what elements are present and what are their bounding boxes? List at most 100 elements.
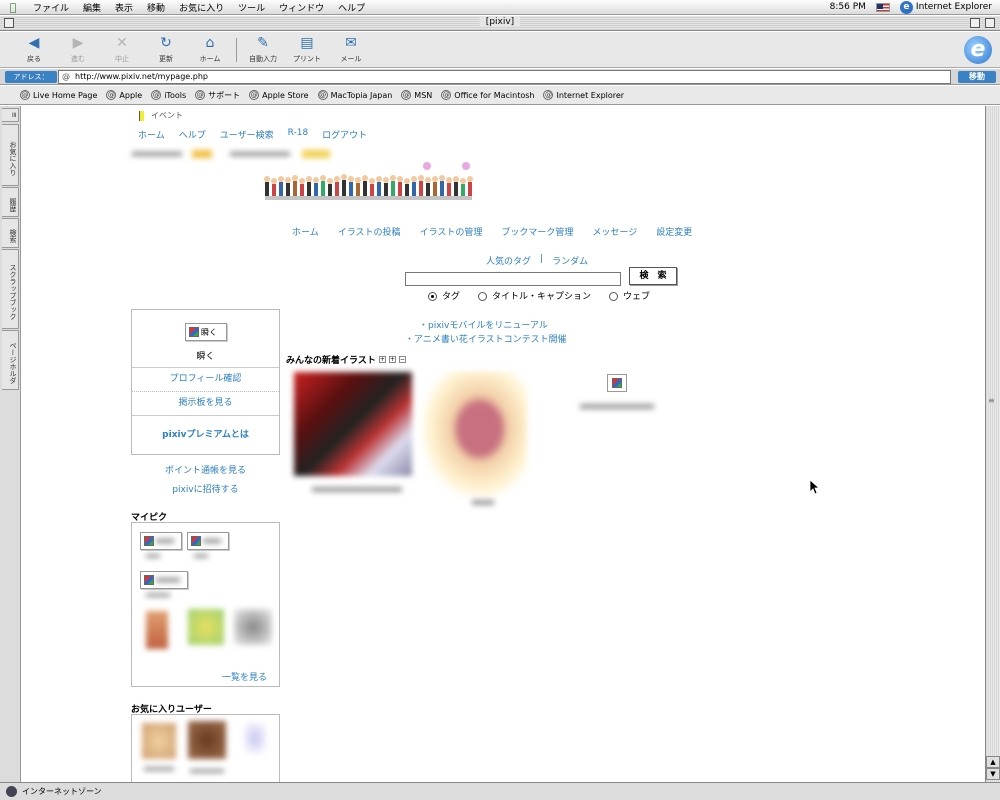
favorite-link[interactable]: @ Live Home Page [20, 90, 97, 100]
autofill-button[interactable]: ✎ 自動入力 [241, 34, 285, 64]
forward-button[interactable]: ▶ 進む [56, 34, 100, 64]
print-button[interactable]: ▤ プリント [285, 34, 329, 64]
nav-manage-illust[interactable]: イラストの管理 [420, 225, 483, 238]
illust-thumbnail[interactable] [294, 372, 412, 476]
favorite-user-avatar[interactable] [188, 721, 226, 759]
sidebar-toggle-icon[interactable]: ≡ [2, 108, 19, 122]
address-input[interactable]: http://www.pixiv.net/mypage.php [58, 70, 951, 84]
tab-history[interactable]: 履歴 [2, 187, 19, 217]
link-at-icon: @ [106, 90, 117, 100]
illust-thumbnail[interactable] [422, 372, 527, 498]
tab-scrapbook[interactable]: スクラップブック [2, 249, 19, 329]
favorite-link[interactable]: @ Office for Macintosh [441, 90, 534, 100]
radio-title-caption[interactable]: タイトル・キャプション [478, 289, 591, 302]
refresh-button[interactable]: ↻ 更新 [144, 34, 188, 64]
pixiv-logo-banner[interactable] [262, 160, 482, 208]
invite-link[interactable]: pixivに招待する [131, 482, 280, 495]
mypic-thumbnail[interactable] [234, 609, 272, 645]
minus-icon[interactable]: − [398, 356, 406, 363]
us-flag-icon[interactable] [875, 2, 890, 12]
tab-page-holder[interactable]: ページホルダ [2, 330, 19, 390]
menu-tools[interactable]: ツール [231, 1, 272, 14]
close-box-icon[interactable] [4, 18, 14, 28]
nav-home[interactable]: ホーム [292, 225, 319, 238]
menu-edit[interactable]: 編集 [76, 1, 108, 14]
scroll-up-arrow-icon[interactable]: ▲ [986, 756, 1000, 768]
printer-icon: ▤ [300, 35, 314, 51]
favorite-link[interactable]: @ MSN [401, 90, 432, 100]
radio-web[interactable]: ウェブ [609, 289, 650, 302]
stop-button[interactable]: ✕ 中止 [100, 34, 144, 64]
plus-icon[interactable]: + [388, 356, 396, 363]
mypic-more-link[interactable]: 一覧を見る [222, 670, 267, 683]
favorite-link[interactable]: @ Internet Explorer [543, 90, 624, 100]
app-switcher[interactable]: e Internet Explorer [899, 0, 992, 14]
favorite-link[interactable]: @ Apple Store [249, 90, 309, 100]
profile-avatar[interactable]: 瞬く [185, 323, 227, 341]
news-item[interactable]: ・アニメ書い花イラストコンテスト開催 [405, 332, 567, 345]
nav-message[interactable]: メッセージ [592, 225, 637, 238]
menu-favorites[interactable]: お気に入り [172, 1, 231, 14]
tab-search[interactable]: 検索 [2, 218, 19, 248]
plus-icon[interactable]: + [378, 356, 386, 363]
illust-broken-thumbnail[interactable] [607, 374, 627, 392]
favorite-link[interactable]: @ サポート [195, 90, 240, 101]
mail-button[interactable]: ✉ メール [329, 34, 373, 64]
search-input[interactable] [405, 272, 621, 286]
topnav-home[interactable]: ホーム [138, 128, 165, 141]
mypic-thumbnail[interactable] [146, 611, 168, 649]
bbs-view-link[interactable]: 掲示板を見る [132, 391, 279, 415]
favorite-link[interactable]: @ iTools [151, 90, 186, 100]
favorite-user-avatar[interactable] [142, 723, 176, 759]
menu-file[interactable]: ファイル [26, 1, 76, 14]
broken-image-icon [144, 575, 154, 585]
window-titlebar[interactable]: [pixiv] [0, 16, 1000, 31]
vertical-scrollbar[interactable]: ≡ ▲ ▼ [985, 106, 1000, 782]
go-button[interactable]: 移動 [958, 71, 996, 83]
nav-post-illust[interactable]: イラストの投稿 [338, 225, 401, 238]
menu-help[interactable]: ヘルプ [331, 1, 372, 14]
nav-bookmark[interactable]: ブックマーク管理 [501, 225, 573, 238]
radio-icon [478, 292, 488, 301]
scroll-grip-icon[interactable]: ≡ [988, 396, 998, 406]
menu-go[interactable]: 移動 [140, 1, 172, 14]
topnav-help[interactable]: ヘルプ [179, 128, 206, 141]
favorite-user-avatar[interactable] [244, 723, 266, 753]
link-at-icon: @ [441, 90, 452, 100]
profile-view-link[interactable]: プロフィール確認 [132, 367, 279, 391]
favorite-link[interactable]: @ MacTopia Japan [317, 90, 392, 100]
topnav-r18[interactable]: R-18 [288, 128, 309, 141]
back-button[interactable]: ◀ 戻る [12, 34, 56, 64]
home-icon: ⌂ [205, 35, 215, 51]
news-item[interactable]: ・pixivモバイルをリニューアル [419, 318, 548, 331]
collapse-box-icon[interactable] [985, 18, 995, 28]
stop-x-icon: ✕ [116, 35, 128, 51]
random-link[interactable]: ランダム [552, 254, 588, 267]
address-label: アドレス： [5, 71, 57, 83]
link-at-icon: @ [317, 90, 328, 100]
tab-favorites[interactable]: お気に入り [2, 124, 19, 186]
home-button[interactable]: ⌂ ホーム [188, 34, 232, 64]
apple-menu-icon[interactable]:  [0, 1, 26, 14]
premium-link[interactable]: pixivプレミアムとは [132, 415, 279, 454]
popular-tags-link[interactable]: 人気のタグ [486, 254, 531, 267]
mypic-avatar[interactable] [140, 532, 182, 550]
menu-window[interactable]: ウィンドウ [272, 1, 331, 14]
mypic-avatar[interactable] [140, 571, 188, 589]
search-button[interactable]: 検 索 [629, 267, 677, 285]
topnav-user-search[interactable]: ユーザー検索 [220, 128, 274, 141]
mypic-thumbnail[interactable] [188, 609, 224, 645]
scroll-down-arrow-icon[interactable]: ▼ [986, 768, 1000, 780]
zoom-box-icon[interactable] [970, 18, 980, 28]
radio-tag[interactable]: タグ [428, 289, 460, 302]
favorite-link[interactable]: @ Apple [106, 90, 142, 100]
pixiv-character-banner-icon [264, 162, 473, 200]
topnav-logout[interactable]: ログアウト [322, 128, 367, 141]
point-book-link[interactable]: ポイント通帳を見る [131, 463, 280, 476]
mypic-avatar[interactable] [187, 532, 229, 550]
menu-view[interactable]: 表示 [108, 1, 140, 14]
mail-icon: ✉ [345, 35, 357, 51]
event-header[interactable]: イベント [139, 110, 183, 121]
window-title: [pixiv] [479, 17, 521, 27]
nav-settings[interactable]: 設定変更 [656, 225, 692, 238]
